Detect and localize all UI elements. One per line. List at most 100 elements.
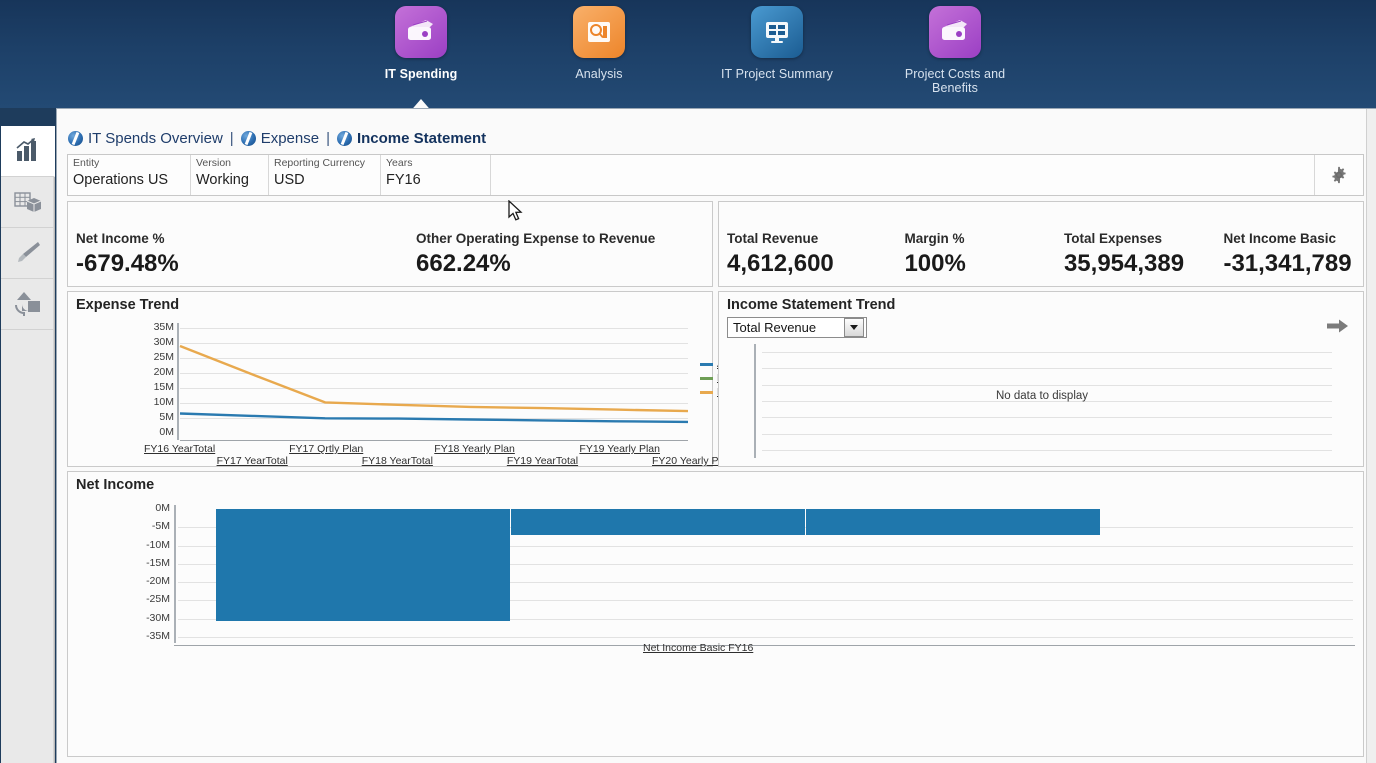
pov-filter-reporting-currency[interactable]: Reporting Currency USD [269, 155, 381, 195]
pov-filter-version[interactable]: Version Working [191, 155, 269, 195]
x-axis-label[interactable]: FY18 YearTotal [362, 455, 433, 467]
dashboard-icon [68, 131, 83, 146]
x-axis-label[interactable]: FY17 YearTotal [217, 455, 288, 467]
bar[interactable] [806, 509, 1100, 535]
y-axis-line [177, 323, 179, 440]
y-axis-tick: 0M [120, 503, 170, 514]
kpi-net-income-percent[interactable]: Net Income % -679.48% [68, 230, 408, 280]
breadcrumb-item-expense[interactable]: Expense [241, 130, 319, 147]
breadcrumb-label: Expense [261, 130, 319, 147]
pov-value: FY16 [386, 170, 482, 191]
gridline [762, 450, 1332, 451]
kpi-title: Total Expenses [1064, 230, 1216, 248]
y-axis-tick: 5M [126, 412, 174, 423]
breadcrumb-separator: | [326, 130, 330, 147]
bar[interactable] [216, 509, 510, 621]
panel-income-statement-trend: Income Statement Trend Total Revenue No … [718, 291, 1364, 467]
x-axis-line [180, 440, 688, 441]
y-axis-tick: -15M [120, 558, 170, 569]
kpi-title: Net Income % [76, 230, 408, 248]
paintbrush-icon [14, 240, 42, 266]
x-axis-label[interactable]: FY17 Qrtly Plan [289, 443, 363, 455]
dashboard-icon [337, 131, 352, 146]
breadcrumb-item-income-statement[interactable]: Income Statement [337, 130, 486, 147]
springboard-cards: IT Spending Analysis [0, 6, 1376, 106]
kpi-margin-percent[interactable]: Margin % 100% [896, 230, 1056, 280]
net-income-chart[interactable]: 0M-5M-10M-15M-20M-25M-30M-35MPlanPlanPla… [68, 472, 1365, 758]
gridline [762, 434, 1332, 435]
project-costs-tile-icon [929, 6, 981, 58]
bar[interactable] [511, 509, 805, 535]
pov-label: Version [196, 157, 260, 170]
y-axis-tick: -10M [120, 540, 170, 551]
y-axis-tick: 20M [126, 367, 174, 378]
gear-icon [1330, 166, 1348, 184]
y-axis-tick: 35M [126, 322, 174, 333]
nav-card-label: IT Spending [385, 67, 458, 81]
kpi-other-operating-expense-to-revenue[interactable]: Other Operating Expense to Revenue 662.2… [408, 230, 708, 280]
kpi-value: 100% [904, 248, 1056, 280]
y-axis-tick: 15M [126, 382, 174, 393]
pov-value: Working [196, 170, 260, 191]
legend-swatch [700, 363, 713, 366]
nav-card-analysis[interactable]: Analysis [539, 6, 659, 81]
income-statement-trend-chart[interactable] [719, 292, 1365, 468]
rail-item-shapes-swap[interactable] [1, 279, 54, 330]
x-axis-label[interactable]: FY18 Yearly Plan [434, 443, 515, 455]
gridline [762, 417, 1332, 418]
kpi-title: Net Income Basic [1223, 230, 1363, 248]
dashboard-window: IT Spends Overview | Expense | Income St… [56, 108, 1376, 763]
breadcrumb-item-it-spends-overview[interactable]: IT Spends Overview [68, 130, 223, 147]
analysis-tile-icon [573, 6, 625, 58]
kpi-value: 35,954,389 [1064, 248, 1216, 280]
kpi-title: Total Revenue [727, 230, 896, 248]
dashboard-icon [241, 131, 256, 146]
y-axis-tick: -20M [120, 576, 170, 587]
gridline [180, 373, 688, 374]
x-axis-label[interactable]: FY19 YearTotal [507, 455, 578, 467]
rail-item-cube-grid[interactable] [1, 177, 54, 228]
no-data-message: No data to display [719, 390, 1365, 402]
breadcrumb-label-current: Income Statement [357, 130, 486, 147]
kpi-title: Margin % [904, 230, 1056, 248]
kpi-net-income-basic[interactable]: Net Income Basic -31,341,789 [1215, 230, 1363, 280]
gridline [180, 403, 688, 404]
breadcrumb: IT Spends Overview | Expense | Income St… [68, 127, 486, 149]
kpi-value: -679.48% [76, 248, 408, 280]
y-axis-tick: -35M [120, 631, 170, 642]
wallet-card-icon [406, 19, 436, 45]
gridline [180, 418, 688, 419]
nav-card-project-costs-and-benefits[interactable]: Project Costs and Benefits [895, 6, 1015, 95]
nav-card-it-project-summary[interactable]: IT Project Summary [717, 6, 837, 81]
pov-filter-entity[interactable]: Entity Operations US [68, 155, 191, 195]
kpi-panel-totals: Total Revenue 4,612,600 Margin % 100% To… [718, 201, 1364, 287]
it-spending-tile-icon [395, 6, 447, 58]
pov-settings-button[interactable] [1314, 155, 1363, 195]
shapes-swap-icon [13, 291, 43, 317]
panel-net-income: Net Income 0M-5M-10M-15M-20M-25M-30M-35M… [67, 471, 1364, 757]
x-axis-label[interactable]: FY16 YearTotal [144, 443, 215, 455]
rail-item-charts[interactable] [1, 126, 55, 177]
kpi-value: 4,612,600 [727, 248, 896, 280]
kpi-total-expenses[interactable]: Total Expenses 35,954,389 [1056, 230, 1216, 280]
y-axis-tick: -30M [120, 613, 170, 624]
x-axis-line [174, 645, 1355, 646]
y-axis-tick: 10M [126, 397, 174, 408]
gridline [180, 343, 688, 344]
vertical-scrollbar[interactable] [1366, 109, 1376, 763]
kpi-panel-ratios: Net Income % -679.48% Other Operating Ex… [67, 201, 713, 287]
x-axis-label[interactable]: FY19 Yearly Plan [579, 443, 660, 455]
x-axis-label[interactable]: Net Income Basic FY16 [643, 642, 753, 654]
pov-filter-bar: Entity Operations US Version Working Rep… [67, 154, 1364, 196]
pov-filter-years[interactable]: Years FY16 [381, 155, 491, 195]
top-navigation-bar: IT Spending Analysis [0, 0, 1376, 108]
gridline [180, 358, 688, 359]
rail-item-paintbrush[interactable] [1, 228, 54, 279]
gridline [178, 637, 1353, 638]
breadcrumb-label: IT Spends Overview [88, 130, 223, 147]
pov-label: Years [386, 157, 482, 170]
nav-card-it-spending[interactable]: IT Spending [361, 6, 481, 81]
kpi-total-revenue[interactable]: Total Revenue 4,612,600 [719, 230, 896, 280]
y-axis-tick: -25M [120, 594, 170, 605]
expense-trend-chart[interactable]: 0M5M10M15M20M25M30M35MActualForecastPlan… [68, 292, 714, 468]
